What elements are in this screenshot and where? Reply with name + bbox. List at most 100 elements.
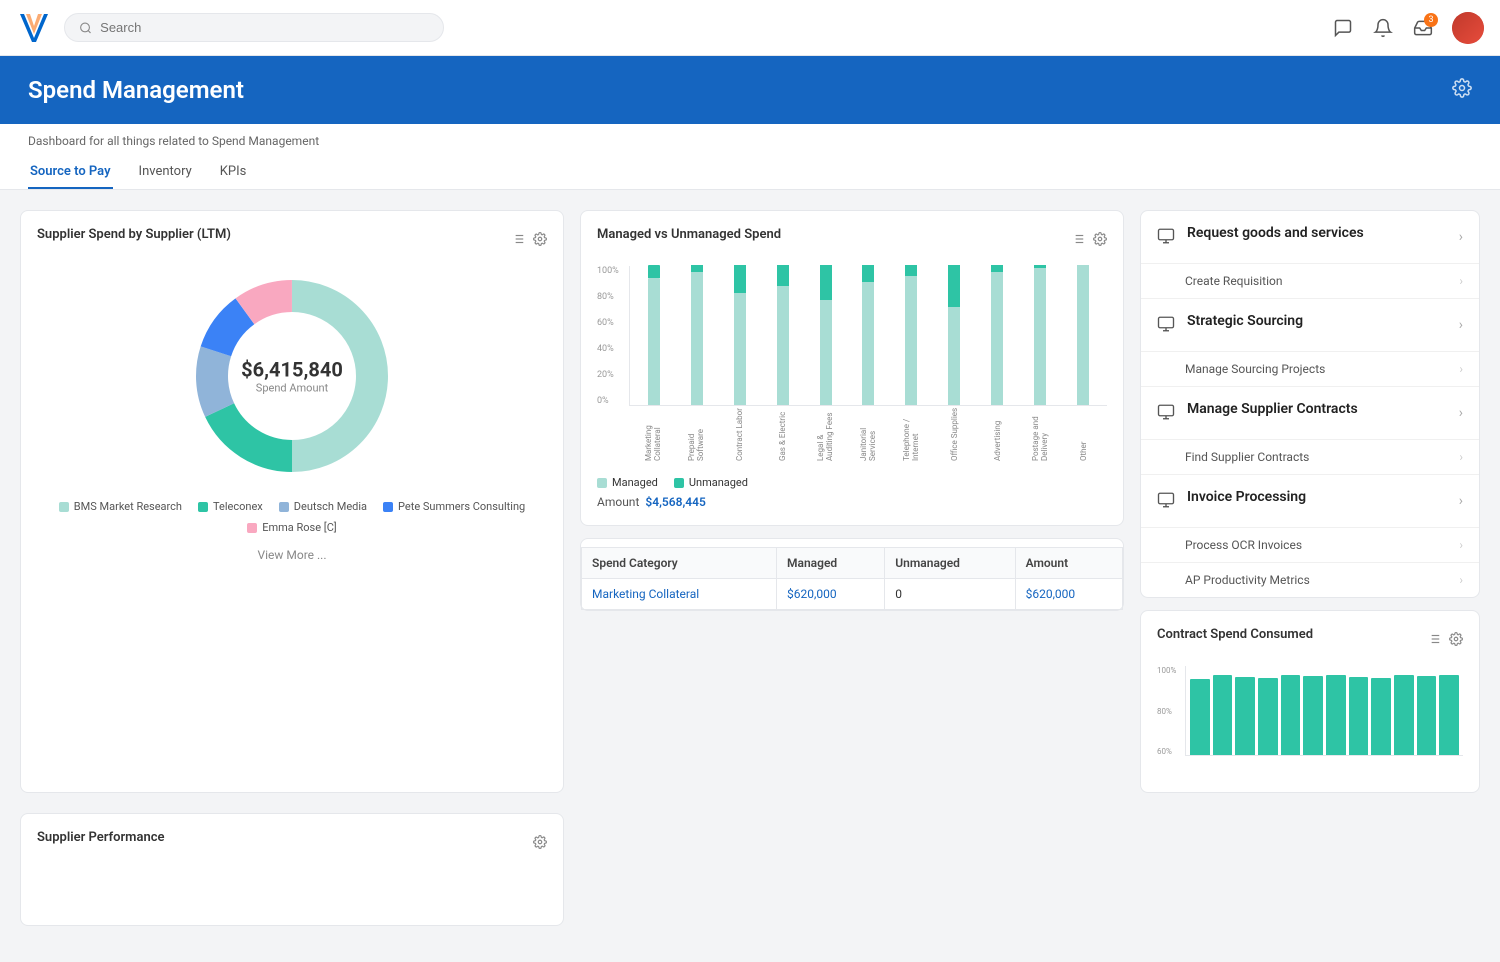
managed-unmanaged-header: Managed vs Unmanaged Spend	[597, 227, 1107, 254]
legend-dot-emma	[247, 523, 257, 533]
bottom-middle-spacer	[580, 813, 1124, 863]
invoice-processing-arrow: ›	[1459, 493, 1463, 509]
legend-bms: BMS Market Research	[59, 500, 182, 513]
col-managed: Managed	[777, 548, 885, 579]
mu-card-icons	[1071, 232, 1107, 250]
legend-label-teleconex: Teleconex	[213, 500, 263, 513]
strategic-sourcing-title: Strategic Sourcing	[1187, 313, 1447, 329]
managed-unmanaged-card: Managed vs Unmanaged Spend	[580, 210, 1124, 526]
col-unmanaged: Unmanaged	[885, 548, 1015, 579]
logo[interactable]	[16, 10, 52, 46]
mu-filter-icon[interactable]	[1071, 232, 1085, 250]
bar-group-6	[891, 265, 931, 405]
bar-group-2	[720, 265, 760, 405]
mini-bar-3	[1258, 678, 1278, 755]
legend-unmanaged: Unmanaged	[674, 476, 748, 489]
managed-unmanaged-title: Managed vs Unmanaged Spend	[597, 227, 781, 242]
request-goods-title: Request goods and services	[1187, 225, 1447, 241]
mini-bar-2	[1235, 677, 1255, 755]
find-supplier-contracts-item[interactable]: Find Supplier Contracts ›	[1141, 440, 1479, 475]
page-description: Dashboard for all things related to Spen…	[28, 134, 1472, 148]
supplier-perf-gear[interactable]	[533, 835, 547, 853]
filter-icon[interactable]	[511, 232, 525, 250]
bell-icon[interactable]	[1372, 17, 1394, 39]
actions-card: Request goods and services › Create Requ…	[1140, 210, 1480, 598]
bar-group-8	[977, 265, 1017, 405]
bar-group-7	[934, 265, 974, 405]
ap-productivity-arrow: ›	[1459, 573, 1463, 587]
view-more-button[interactable]: View More ...	[37, 548, 547, 562]
mini-bar-8	[1371, 678, 1391, 755]
bottom-right-spacer	[1140, 813, 1480, 863]
bottom-row: Supplier Performance	[0, 813, 1500, 946]
contract-mini-chart: 100%80%60%	[1157, 666, 1463, 776]
process-ocr-text: Process OCR Invoices	[1185, 538, 1451, 552]
search-box[interactable]	[64, 13, 444, 42]
manage-sourcing-item[interactable]: Manage Sourcing Projects ›	[1141, 352, 1479, 387]
gear-card-icon[interactable]	[533, 232, 547, 250]
create-requisition-text: Create Requisition	[1185, 274, 1451, 288]
find-contracts-arrow: ›	[1459, 450, 1463, 464]
legend-teleconex: Teleconex	[198, 500, 263, 513]
bar-group-4	[806, 265, 846, 405]
request-goods-arrow: ›	[1459, 229, 1463, 245]
supplier-perf-header: Supplier Performance	[37, 830, 547, 857]
supplier-contracts-arrow: ›	[1459, 405, 1463, 421]
process-ocr-item[interactable]: Process OCR Invoices ›	[1141, 528, 1479, 563]
invoice-processing-icon	[1157, 491, 1175, 513]
settings-icon[interactable]	[1452, 78, 1472, 103]
inbox-icon[interactable]: 3	[1412, 17, 1434, 39]
find-supplier-contracts-text: Find Supplier Contracts	[1185, 450, 1451, 464]
legend-dot-deutsch	[279, 502, 289, 512]
top-navigation: 3	[0, 0, 1500, 56]
tab-inventory[interactable]: Inventory	[137, 156, 194, 189]
contract-filter-icon[interactable]	[1427, 632, 1441, 650]
spend-table-card: Spend Category Managed Unmanaged Amount …	[580, 538, 1124, 611]
row-unmanaged: 0	[885, 579, 1015, 610]
request-icon	[1157, 227, 1175, 249]
legend-managed: Managed	[597, 476, 658, 489]
bar-group-3	[763, 265, 803, 405]
amount-value: $4,568,445	[645, 495, 705, 509]
row-managed: $620,000	[777, 579, 885, 610]
chat-icon[interactable]	[1332, 17, 1354, 39]
contract-gear-icon[interactable]	[1449, 632, 1463, 650]
action-request-goods[interactable]: Request goods and services ›	[1141, 211, 1479, 264]
legend-dot-teleconex	[198, 502, 208, 512]
invoice-processing-content: Invoice Processing	[1187, 489, 1447, 508]
mini-bar-4	[1281, 675, 1301, 755]
contract-spend-card: Contract Spend Consumed	[1140, 610, 1480, 793]
avatar[interactable]	[1452, 12, 1484, 44]
bar-group-1	[677, 265, 717, 405]
ap-productivity-text: AP Productivity Metrics	[1185, 573, 1451, 587]
legend-dot-unmanaged	[674, 478, 684, 488]
action-supplier-contracts[interactable]: Manage Supplier Contracts ›	[1141, 387, 1479, 440]
mini-bar-11	[1439, 675, 1459, 755]
page-header: Spend Management	[0, 56, 1500, 124]
action-invoice-processing[interactable]: Invoice Processing ›	[1141, 475, 1479, 528]
mini-bar-7	[1349, 677, 1369, 755]
bar-chart-wrapper: 100%80%60%40%20%0%	[597, 266, 1107, 466]
legend-pete: Pete Summers Consulting	[383, 500, 525, 513]
tab-source-to-pay[interactable]: Source to Pay	[28, 156, 113, 189]
tab-kpis[interactable]: KPIs	[218, 156, 249, 189]
mu-gear-icon[interactable]	[1093, 232, 1107, 250]
contract-spend-title: Contract Spend Consumed	[1157, 627, 1313, 642]
request-goods-content: Request goods and services	[1187, 225, 1447, 244]
donut-center: $6,415,840 Spend Amount	[241, 358, 343, 395]
bar-group-5	[849, 265, 889, 405]
supplier-contracts-content: Manage Supplier Contracts	[1187, 401, 1447, 420]
donut-chart-container: $6,415,840 Spend Amount	[37, 266, 547, 486]
spend-table: Spend Category Managed Unmanaged Amount …	[581, 547, 1123, 610]
supplier-spend-header: Supplier Spend by Supplier (LTM)	[37, 227, 547, 254]
ap-productivity-item[interactable]: AP Productivity Metrics ›	[1141, 563, 1479, 597]
donut-chart: $6,415,840 Spend Amount	[192, 276, 392, 476]
bar-group-10	[1063, 265, 1103, 405]
search-input[interactable]	[100, 20, 429, 35]
manage-sourcing-arrow: ›	[1459, 362, 1463, 376]
create-requisition-item[interactable]: Create Requisition ›	[1141, 264, 1479, 299]
bar-group-9	[1020, 265, 1060, 405]
contract-spend-header: Contract Spend Consumed	[1157, 627, 1463, 654]
action-strategic-sourcing[interactable]: Strategic Sourcing ›	[1141, 299, 1479, 352]
row-category[interactable]: Marketing Collateral	[582, 579, 777, 610]
